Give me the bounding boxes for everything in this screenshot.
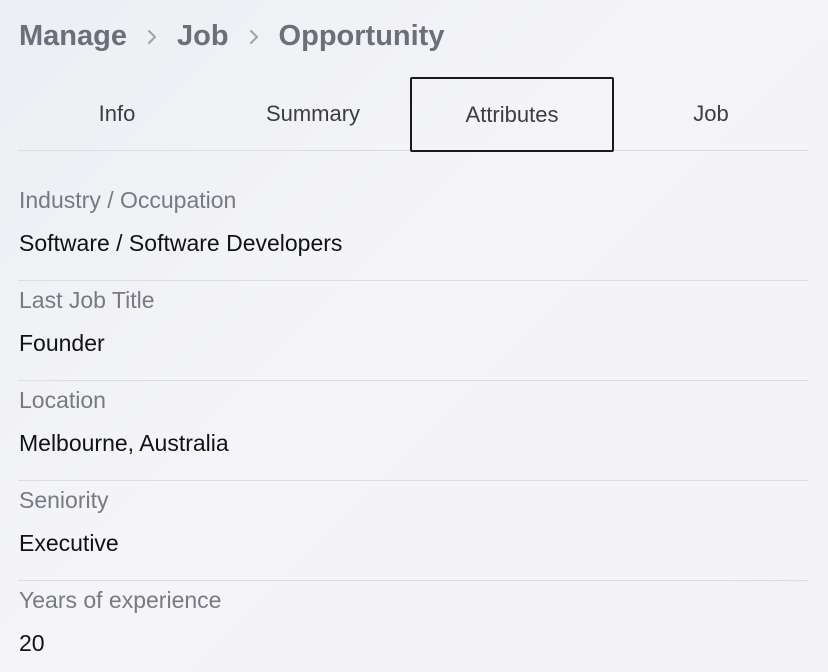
tab-attributes[interactable]: Attributes: [410, 77, 614, 152]
tab-summary[interactable]: Summary: [216, 77, 410, 150]
field-value: Founder: [19, 330, 105, 356]
field-label: Location: [19, 387, 106, 413]
breadcrumb: Manage Job Opportunity: [19, 14, 444, 58]
field-value: Melbourne, Australia: [19, 430, 229, 456]
field-industry-occupation: Industry / Occupation Software / Softwar…: [18, 181, 808, 281]
tab-bar: Info Summary Attributes Job: [18, 77, 808, 152]
breadcrumb-item-manage[interactable]: Manage: [19, 20, 127, 53]
page-title: Opportunity: [278, 19, 445, 52]
field-label: Years of experience: [19, 587, 222, 613]
chevron-right-icon: [127, 20, 177, 53]
field-value: Executive: [19, 530, 119, 556]
field-location: Location Melbourne, Australia: [18, 381, 808, 481]
field-value: Software / Software Developers: [19, 230, 343, 256]
field-last-job-title: Last Job Title Founder: [18, 281, 808, 381]
field-label: Seniority: [19, 487, 109, 513]
chevron-right-icon: [229, 20, 279, 53]
field-label: Industry / Occupation: [19, 187, 237, 213]
field-years-of-experience: Years of experience 20: [18, 581, 808, 672]
field-label: Last Job Title: [19, 287, 155, 313]
breadcrumb-item-job[interactable]: Job: [177, 20, 229, 53]
attributes-list: Industry / Occupation Software / Softwar…: [18, 181, 808, 672]
tab-info[interactable]: Info: [18, 77, 216, 150]
field-value: 20: [19, 630, 45, 656]
tab-job[interactable]: Job: [614, 77, 808, 150]
field-seniority: Seniority Executive: [18, 481, 808, 581]
